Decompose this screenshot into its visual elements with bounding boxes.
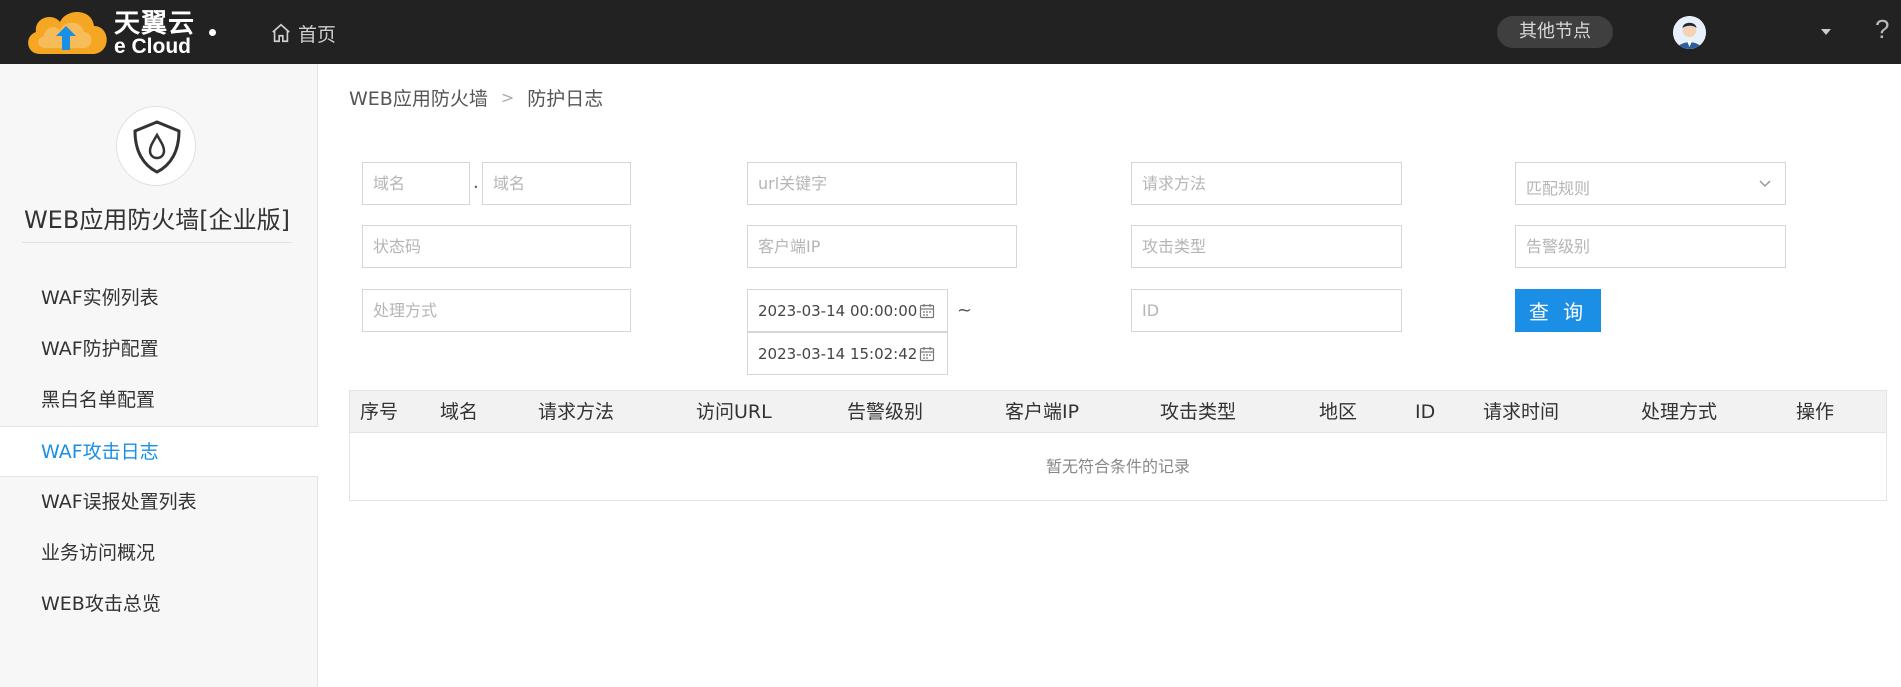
column-header-domain: 域名 — [440, 401, 479, 423]
column-header-region: 地区 — [1319, 401, 1358, 423]
logo-dot — [209, 29, 216, 36]
breadcrumb-parent[interactable]: WEB应用防火墙 — [349, 84, 488, 111]
date-range-separator: ~ — [957, 300, 973, 321]
client-ip-input[interactable] — [747, 225, 1017, 268]
status-code-input[interactable] — [362, 225, 631, 268]
breadcrumb: WEB应用防火墙 > 防护日志 — [349, 84, 603, 111]
column-header-client-ip: 客户端IP — [1005, 401, 1080, 423]
column-header-actions: 操作 — [1796, 401, 1835, 423]
table-empty-message: 暂无符合条件的记录 — [1045, 457, 1190, 476]
shield-drop-icon — [133, 120, 181, 174]
column-header-url: 访问URL — [696, 401, 772, 423]
end-time-picker[interactable]: 2023-03-14 15:02:42 — [747, 332, 948, 375]
sidebar-item-waf-instances[interactable]: WAF实例列表 — [0, 273, 318, 324]
column-header-id: ID — [1415, 401, 1436, 423]
match-rule-select[interactable]: 匹配规则 — [1515, 162, 1786, 205]
column-header-attack-type: 攻击类型 — [1160, 401, 1237, 423]
query-button[interactable]: 查 询 — [1515, 289, 1601, 332]
nav-home-label: 首页 — [298, 23, 337, 46]
log-table: 序号 域名 请求方法 访问URL 告警级别 客户端IP 攻击类型 地区 ID 请… — [349, 390, 1887, 501]
other-nodes-button[interactable]: 其他节点 — [1497, 16, 1613, 48]
table-header: 序号 域名 请求方法 访问URL 告警级别 客户端IP 攻击类型 地区 ID 请… — [350, 391, 1886, 433]
user-menu-caret-icon[interactable] — [1821, 29, 1831, 35]
alert-level-input[interactable] — [1515, 225, 1786, 268]
column-header-handling: 处理方式 — [1641, 401, 1718, 423]
column-header-request-method: 请求方法 — [538, 401, 615, 423]
logo-text-cn: 天翼云 — [114, 9, 196, 39]
calendar-icon — [919, 347, 935, 362]
sidebar: WEB应用防火墙[企业版] WAF实例列表 WAF防护配置 黑白名单配置 WAF… — [0, 64, 318, 687]
id-input[interactable] — [1131, 289, 1402, 332]
sidebar-item-waf-protection-config[interactable]: WAF防护配置 — [0, 324, 318, 375]
home-icon — [272, 23, 290, 43]
sidebar-item-attack-overview[interactable]: WEB攻击总览 — [0, 579, 318, 630]
sidebar-item-access-overview[interactable]: 业务访问概况 — [0, 528, 318, 579]
sidebar-divider — [22, 242, 292, 243]
match-rule-placeholder: 匹配规则 — [1526, 179, 1591, 198]
cloud-logo-icon — [28, 11, 107, 54]
product-badge — [116, 106, 196, 186]
top-navbar: 天翼云 e Cloud 首页 其他节点 ? — [0, 0, 1901, 64]
help-icon[interactable]: ? — [1875, 14, 1889, 45]
end-time-value: 2023-03-14 15:02:42 — [758, 345, 918, 363]
sidebar-product-title: WEB应用防火墙[企业版] — [23, 206, 291, 234]
domain-prefix-input[interactable] — [362, 162, 470, 205]
column-header-index: 序号 — [360, 401, 399, 423]
brand-logo[interactable]: 天翼云 e Cloud — [22, 4, 218, 60]
breadcrumb-current: 防护日志 — [527, 88, 604, 110]
request-method-input[interactable] — [1131, 162, 1402, 205]
column-header-alert-level: 告警级别 — [847, 401, 924, 423]
sidebar-item-false-positive-list[interactable]: WAF误报处置列表 — [0, 477, 318, 528]
domain-separator: . — [473, 172, 479, 193]
domain-suffix-input[interactable] — [482, 162, 631, 205]
breadcrumb-separator: > — [500, 88, 515, 107]
url-keyword-input[interactable] — [747, 162, 1017, 205]
start-time-picker[interactable]: 2023-03-14 00:00:00 — [747, 289, 948, 332]
handling-method-input[interactable] — [362, 289, 631, 332]
avatar-icon — [1673, 16, 1706, 49]
logo-text-en: e Cloud — [114, 35, 191, 58]
nav-home-link[interactable]: 首页 — [270, 20, 336, 46]
sidebar-menu: WAF实例列表 WAF防护配置 黑白名单配置 WAF攻击日志 WAF误报处置列表… — [0, 273, 318, 630]
start-time-value: 2023-03-14 00:00:00 — [758, 302, 918, 320]
chevron-down-icon — [1759, 180, 1771, 188]
column-header-request-time: 请求时间 — [1483, 401, 1560, 423]
sidebar-item-waf-attack-log[interactable]: WAF攻击日志 — [0, 426, 318, 477]
sidebar-item-blackwhite-list[interactable]: 黑白名单配置 — [0, 375, 318, 426]
attack-type-input[interactable] — [1131, 225, 1402, 268]
calendar-icon — [919, 304, 935, 319]
user-avatar[interactable] — [1673, 16, 1706, 49]
